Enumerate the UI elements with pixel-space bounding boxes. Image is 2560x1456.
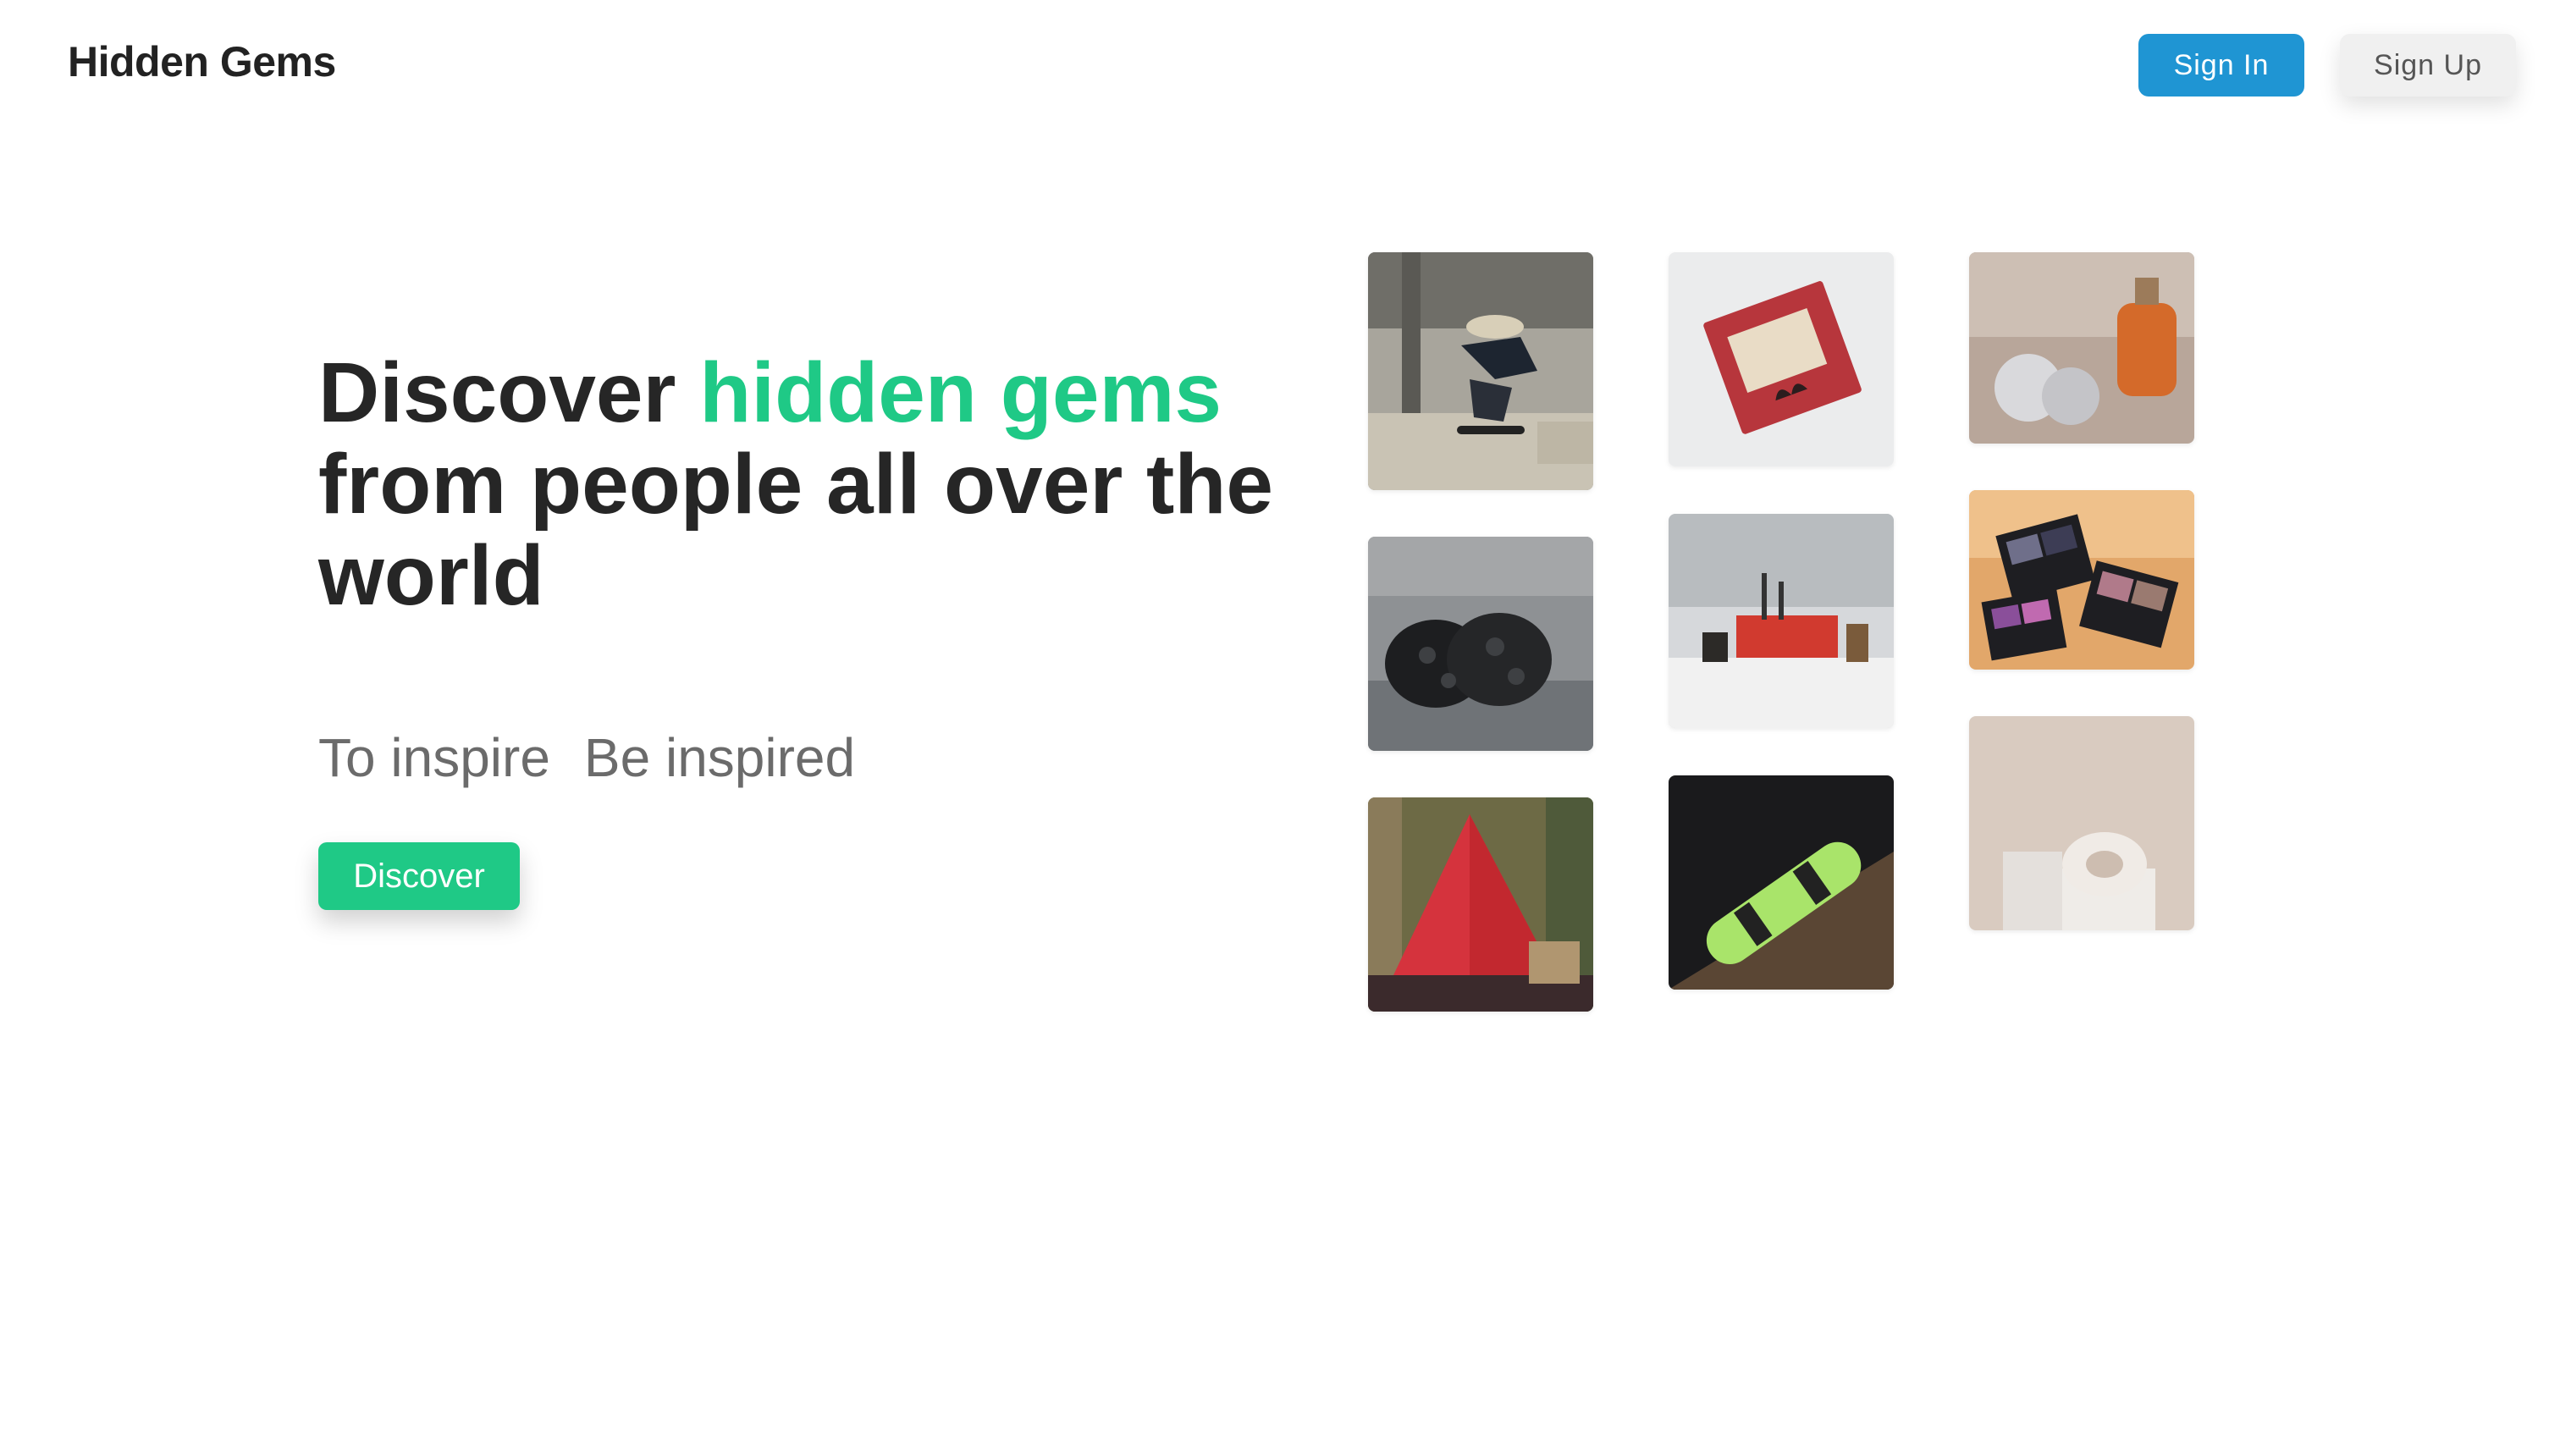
sign-up-button[interactable]: Sign Up bbox=[2340, 34, 2516, 97]
gallery-image-perfume[interactable] bbox=[1969, 252, 2194, 444]
tagline-be-inspired: Be inspired bbox=[583, 727, 856, 788]
headline-text-start: Discover bbox=[318, 345, 700, 440]
headline-accent: hidden gems bbox=[699, 345, 1222, 440]
hero-headline: Discover hidden gems from people all over… bbox=[318, 347, 1300, 621]
gallery-image-foam-shoes[interactable] bbox=[1368, 537, 1593, 751]
sign-in-button[interactable]: Sign In bbox=[2138, 34, 2304, 97]
gallery-image-ceramic-vase[interactable] bbox=[1969, 716, 2194, 930]
gallery-image-makeup-desk[interactable] bbox=[1669, 514, 1894, 728]
gallery-image-red-tent[interactable] bbox=[1368, 797, 1593, 1012]
gallery-image-eyeshadow[interactable] bbox=[1969, 490, 2194, 670]
gallery-image-skateboarder[interactable] bbox=[1368, 252, 1593, 490]
headline-text-end: from people all over the world bbox=[318, 437, 1274, 623]
tagline-inspire: To inspire bbox=[318, 727, 550, 788]
site-logo[interactable]: Hidden Gems bbox=[68, 37, 336, 86]
hero-taglines: To inspire Be inspired bbox=[318, 726, 855, 789]
gallery-image-wakeboard[interactable] bbox=[1669, 775, 1894, 990]
discover-button[interactable]: Discover bbox=[318, 842, 520, 910]
gallery-image-notebook[interactable] bbox=[1669, 252, 1894, 466]
